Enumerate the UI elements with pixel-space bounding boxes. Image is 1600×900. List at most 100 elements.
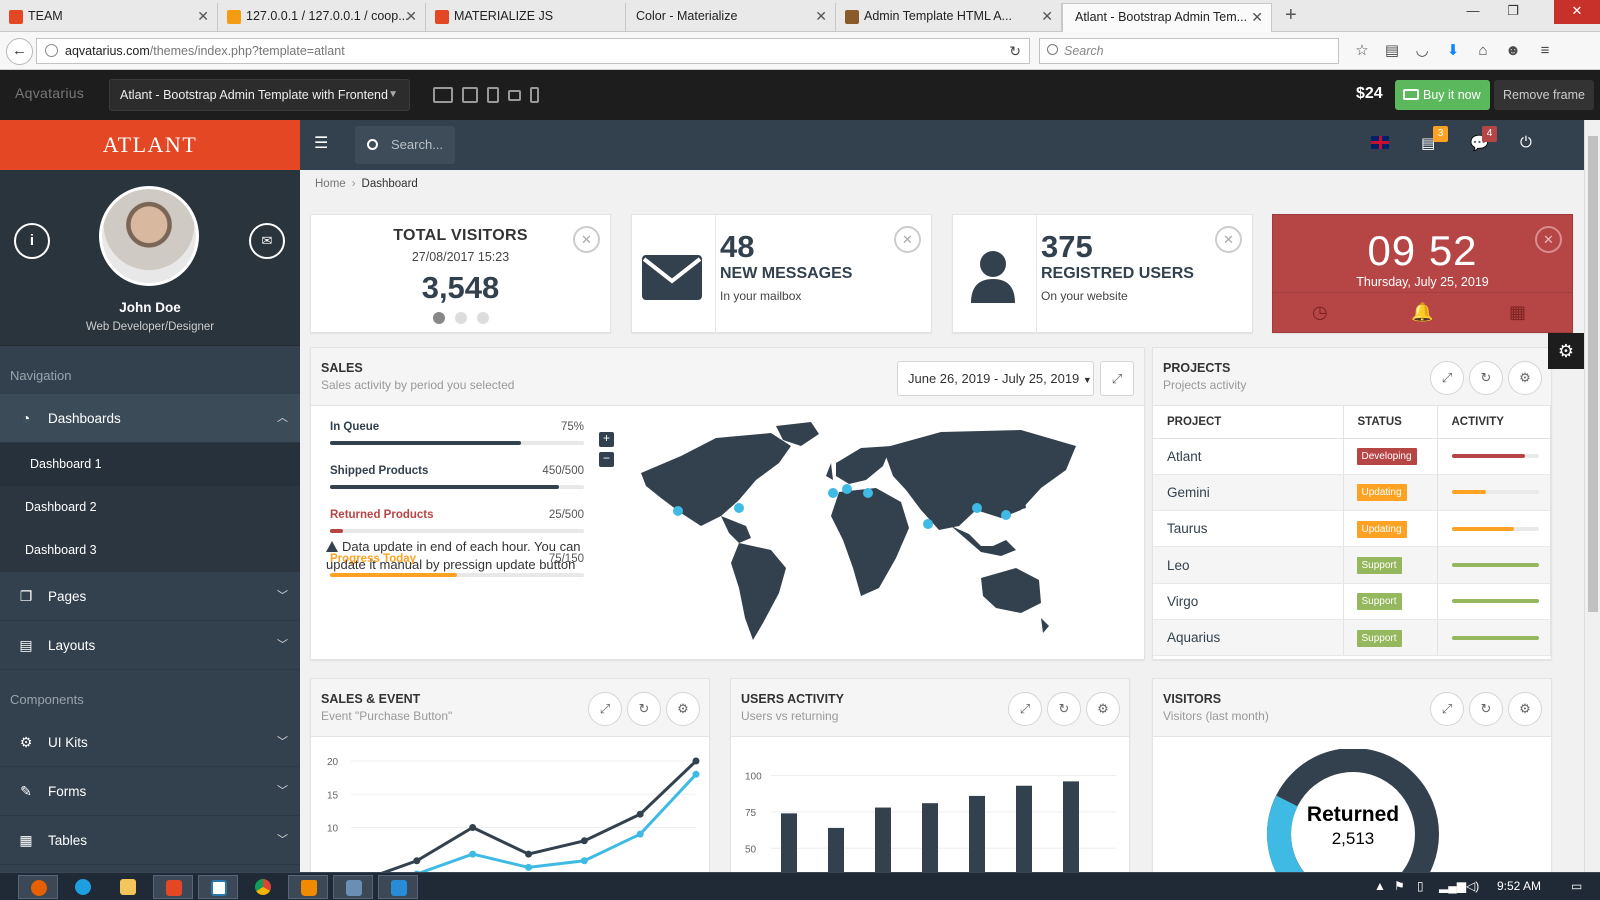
- line-point[interactable]: [413, 857, 421, 865]
- envelope-icon[interactable]: ✉: [249, 223, 285, 259]
- refresh-icon[interactable]: ↻: [1469, 692, 1503, 726]
- page-scrollbar[interactable]: [1584, 120, 1600, 872]
- pocket-icon[interactable]: ◡: [1412, 42, 1432, 62]
- browser-tab[interactable]: 127.0.0.1 / 127.0.0.1 / coop... ✕: [218, 3, 426, 32]
- frame-brand[interactable]: Aqvatarius: [15, 85, 84, 101]
- widget-close-icon[interactable]: ✕: [1215, 226, 1242, 253]
- tray-signal-icon[interactable]: ▂▄▆: [1439, 879, 1466, 893]
- sidebar-item-forms[interactable]: ✎ Forms ﹀: [0, 767, 300, 816]
- table-row[interactable]: Atlant Developing: [1153, 438, 1551, 475]
- settings-cog-icon[interactable]: ⚙: [1508, 361, 1542, 395]
- address-bar[interactable]: aqvatarius.com/themes/index.php?template…: [36, 38, 1030, 64]
- carousel-dot[interactable]: [454, 312, 467, 324]
- column-header-status[interactable]: STATUS: [1343, 406, 1438, 439]
- info-icon[interactable]: i: [14, 223, 50, 259]
- phone-portrait-icon[interactable]: [530, 87, 539, 103]
- scrollbar-thumb[interactable]: [1588, 136, 1598, 612]
- bar[interactable]: [1016, 785, 1032, 872]
- home-icon[interactable]: ⌂: [1473, 42, 1493, 62]
- bookmark-star-icon[interactable]: ☆: [1352, 42, 1372, 62]
- sidebar-item-ui-kits[interactable]: ⚙ UI Kits ﹀: [0, 718, 300, 767]
- remove-frame-button[interactable]: Remove frame: [1494, 80, 1594, 110]
- buy-now-button[interactable]: Buy it now: [1395, 80, 1490, 110]
- taskbar-vscode-icon[interactable]: [378, 875, 418, 899]
- sidebar-subitem-dashboard-3[interactable]: Dashboard 3: [0, 529, 300, 572]
- power-icon[interactable]: ⏻: [1520, 134, 1532, 151]
- sidebar-item-dashboards[interactable]: ◔ Dashboards ︿: [0, 394, 300, 443]
- taskbar-ie-icon[interactable]: [63, 875, 103, 899]
- template-select[interactable]: Atlant - Bootstrap Admin Template with F…: [109, 79, 410, 111]
- new-tab-button[interactable]: +: [1285, 4, 1297, 27]
- browser-tab[interactable]: Color - Materialize ✕: [626, 3, 836, 32]
- sidebar-item-layouts[interactable]: ▤ Layouts ﹀: [0, 621, 300, 670]
- settings-cog-icon[interactable]: ⚙: [1508, 692, 1542, 726]
- settings-cog-icon[interactable]: ⚙: [666, 692, 700, 726]
- taskbar-vlc-icon[interactable]: [288, 875, 328, 899]
- widget-close-icon[interactable]: ✕: [1535, 226, 1562, 253]
- line-point[interactable]: [692, 757, 700, 765]
- line-point[interactable]: [636, 830, 644, 838]
- notifications-icon[interactable]: ▭: [1571, 879, 1582, 893]
- carousel-dot[interactable]: [432, 312, 445, 324]
- tab-close-icon[interactable]: ✕: [815, 3, 827, 30]
- browser-tab[interactable]: Admin Template HTML A... ✕: [836, 3, 1062, 32]
- expand-icon[interactable]: ⤢: [1008, 692, 1042, 726]
- settings-cog-icon[interactable]: ⚙: [1086, 692, 1120, 726]
- bell-icon[interactable]: 🔔: [1411, 302, 1433, 323]
- back-arrow-icon[interactable]: ←: [6, 38, 33, 65]
- column-header-project[interactable]: PROJECT: [1153, 406, 1344, 439]
- calendar-icon[interactable]: ▦: [1509, 302, 1526, 323]
- browser-tab-active[interactable]: Atlant - Bootstrap Admin Tem... ✕: [1062, 3, 1272, 33]
- map-zoom-out-button[interactable]: −: [599, 452, 614, 467]
- table-row[interactable]: Leo Support: [1153, 546, 1551, 584]
- taskbar-firefox-icon[interactable]: [18, 875, 58, 899]
- window-close-icon[interactable]: ✕: [1554, 0, 1600, 24]
- tray-battery-icon[interactable]: ▯: [1417, 879, 1424, 893]
- tray-clock[interactable]: 9:52 AM: [1497, 879, 1541, 893]
- line-point[interactable]: [525, 850, 532, 858]
- tab-close-icon[interactable]: ✕: [405, 3, 417, 30]
- line-point[interactable]: [469, 850, 477, 858]
- expand-icon[interactable]: ⤢: [1430, 692, 1464, 726]
- bar[interactable]: [969, 795, 985, 872]
- bar[interactable]: [1063, 781, 1079, 872]
- taskbar-chrome-icon[interactable]: [243, 875, 283, 899]
- widget-close-icon[interactable]: ✕: [573, 226, 600, 253]
- avatar[interactable]: [99, 186, 199, 286]
- chat-icon[interactable]: ☻: [1503, 42, 1523, 62]
- column-header-activity[interactable]: ACTIVITY: [1437, 406, 1551, 439]
- browser-search-input[interactable]: Search: [1039, 38, 1339, 64]
- theme-settings-gear-icon[interactable]: ⚙: [1548, 333, 1584, 369]
- browser-tab[interactable]: TEAM ✕: [0, 3, 218, 32]
- sidebar-subitem-dashboard-1[interactable]: Dashboard 1: [0, 443, 300, 486]
- map-zoom-in-button[interactable]: +: [599, 432, 614, 447]
- tab-close-icon[interactable]: ✕: [197, 3, 209, 30]
- refresh-icon[interactable]: ↻: [627, 692, 661, 726]
- breadcrumb-home[interactable]: Home: [315, 178, 346, 190]
- tray-arrow-icon[interactable]: ▲: [1374, 879, 1386, 893]
- menu-icon[interactable]: ≡: [1535, 42, 1555, 62]
- sidebar-item-tables[interactable]: ▦ Tables ﹀: [0, 816, 300, 865]
- line-point[interactable]: [580, 857, 588, 865]
- carousel-dot[interactable]: [476, 312, 489, 324]
- bar[interactable]: [922, 803, 938, 872]
- bar[interactable]: [781, 813, 797, 872]
- tab-close-icon[interactable]: ✕: [1041, 3, 1053, 30]
- bar[interactable]: [828, 827, 844, 872]
- logo[interactable]: ATLANT: [0, 120, 300, 170]
- download-icon[interactable]: ⬇: [1443, 42, 1463, 62]
- phone-landscape-icon[interactable]: [508, 90, 521, 101]
- tab-close-icon[interactable]: ✕: [1251, 4, 1263, 31]
- table-row[interactable]: Taurus Updating: [1153, 510, 1551, 548]
- tablet-landscape-icon[interactable]: [462, 87, 478, 103]
- expand-icon[interactable]: ⤢: [588, 692, 622, 726]
- desktop-view-icon[interactable]: [433, 87, 453, 103]
- date-range-picker[interactable]: June 26, 2019 - July 25, 2019 ▼: [897, 361, 1094, 396]
- expand-icon[interactable]: ⤢: [1430, 361, 1464, 395]
- refresh-icon[interactable]: ↻: [1047, 692, 1081, 726]
- bar[interactable]: [875, 807, 891, 872]
- line-point[interactable]: [469, 824, 477, 831]
- tablet-portrait-icon[interactable]: [487, 87, 499, 103]
- line-point[interactable]: [692, 770, 700, 778]
- expand-icon[interactable]: ⤢: [1100, 361, 1134, 396]
